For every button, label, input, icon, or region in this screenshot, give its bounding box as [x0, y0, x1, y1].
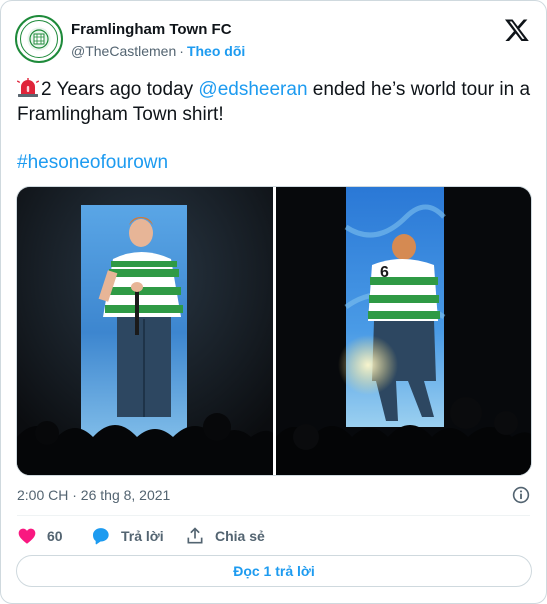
like-count: 60: [47, 528, 63, 544]
read-replies-button[interactable]: Đọc 1 trả lời: [16, 555, 532, 587]
share-upload-icon: [187, 527, 203, 544]
like-button[interactable]: 60: [17, 525, 63, 547]
mention-link[interactable]: @edsheeran: [198, 79, 307, 100]
concert-photo-left-image: [17, 187, 273, 475]
info-icon[interactable]: [512, 486, 530, 504]
reply-button[interactable]: Trả lời: [91, 525, 164, 547]
concert-photo-right[interactable]: 6: [276, 187, 531, 475]
meta-separator: ·: [179, 43, 184, 59]
tweet-text: 2 Years ago today @edsheeran ended he’s …: [17, 77, 532, 127]
police-siren-icon: [17, 78, 39, 97]
author-name[interactable]: Framlingham Town FC: [71, 21, 232, 38]
author-handle[interactable]: @TheCastlemen: [71, 43, 176, 59]
reply-bubble-icon: [93, 528, 109, 545]
tweet-timestamp[interactable]: 2:00 CH · 26 thg 8, 2021: [17, 487, 170, 503]
concert-photo-right-image: 6: [276, 187, 531, 475]
shirt-number: 6: [380, 264, 389, 281]
divider: [17, 515, 530, 516]
club-crest-icon: [20, 20, 58, 58]
tweet-card: Framlingham Town FC @TheCastlemen · Theo d…: [0, 0, 547, 604]
tweet-text-part-1: 2 Years ago today: [41, 79, 199, 100]
reply-label: Trả lời: [121, 528, 164, 544]
concert-photo-left[interactable]: [17, 187, 273, 475]
share-button[interactable]: Chia sẻ: [185, 525, 265, 547]
heart-icon: [18, 528, 36, 544]
share-label: Chia sẻ: [215, 528, 265, 544]
follow-button[interactable]: Theo dõi: [187, 43, 245, 59]
avatar[interactable]: [15, 15, 63, 63]
tweet-media: 6: [16, 186, 532, 476]
hashtag-link[interactable]: #hesoneofourown: [17, 150, 168, 175]
x-logo-icon[interactable]: [504, 17, 530, 43]
tweet-header: Framlingham Town FC @TheCastlemen · Theo d…: [15, 15, 532, 63]
author-meta: @TheCastlemen · Theo dõi: [71, 43, 245, 59]
